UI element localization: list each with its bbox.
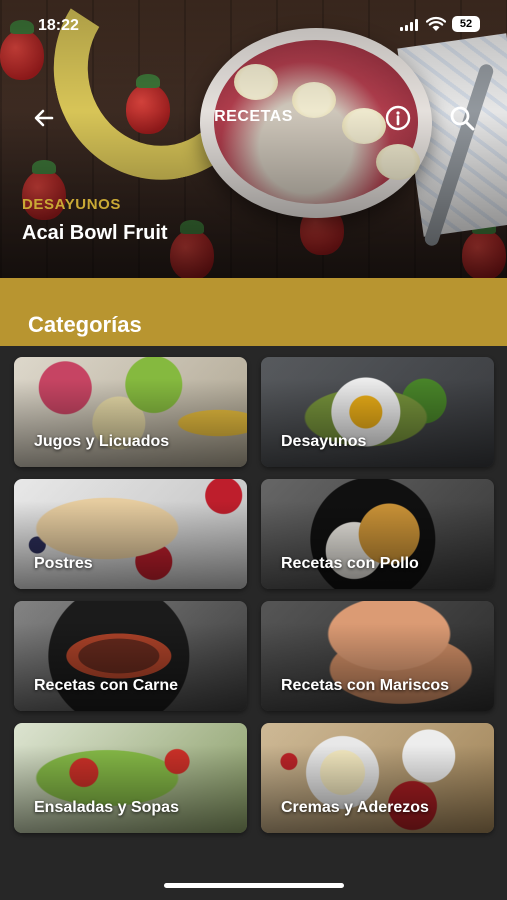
category-label: Cremas y Aderezos [281,799,429,816]
info-button[interactable] [384,104,412,132]
screen-title: RECETAS [214,108,293,125]
wifi-icon [426,16,446,31]
category-card-carne[interactable]: Recetas con Carne [14,601,247,711]
category-card-mariscos[interactable]: Recetas con Mariscos [261,601,494,711]
category-label: Postres [34,555,93,572]
category-label: Recetas con Carne [34,677,179,694]
search-icon [450,106,475,131]
categories-grid: Jugos y Licuados Desayunos Postres Recet… [14,357,494,833]
category-card-cremas[interactable]: Cremas y Aderezos [261,723,494,833]
battery-level: 52 [459,18,473,30]
hero-banner[interactable]: 18:22 52 RECETAS DESAYUNOS Acai Bowl Fru… [0,0,507,278]
category-label: Ensaladas y Sopas [34,799,179,816]
category-label: Recetas con Mariscos [281,677,450,694]
category-label: Desayunos [281,433,367,450]
category-card-jugos[interactable]: Jugos y Licuados [14,357,247,467]
category-card-desayunos[interactable]: Desayunos [261,357,494,467]
status-bar: 18:22 52 [0,0,507,50]
info-icon [385,105,411,131]
top-bar: RECETAS [0,96,507,140]
category-card-postres[interactable]: Postres [14,479,247,589]
home-indicator[interactable] [164,883,344,888]
signal-icon [400,19,418,31]
featured-title[interactable]: Acai Bowl Fruit [22,222,168,245]
featured-category: DESAYUNOS [22,196,122,213]
battery-icon: 52 [452,16,480,32]
category-card-ensaladas[interactable]: Ensaladas y Sopas [14,723,247,833]
category-label: Recetas con Pollo [281,555,419,572]
category-label: Jugos y Licuados [34,433,170,450]
search-button[interactable] [448,104,476,132]
category-card-pollo[interactable]: Recetas con Pollo [261,479,494,589]
status-time: 18:22 [38,17,79,34]
section-title: Categorías [28,312,142,337]
categories-header: Categorías [0,278,507,346]
